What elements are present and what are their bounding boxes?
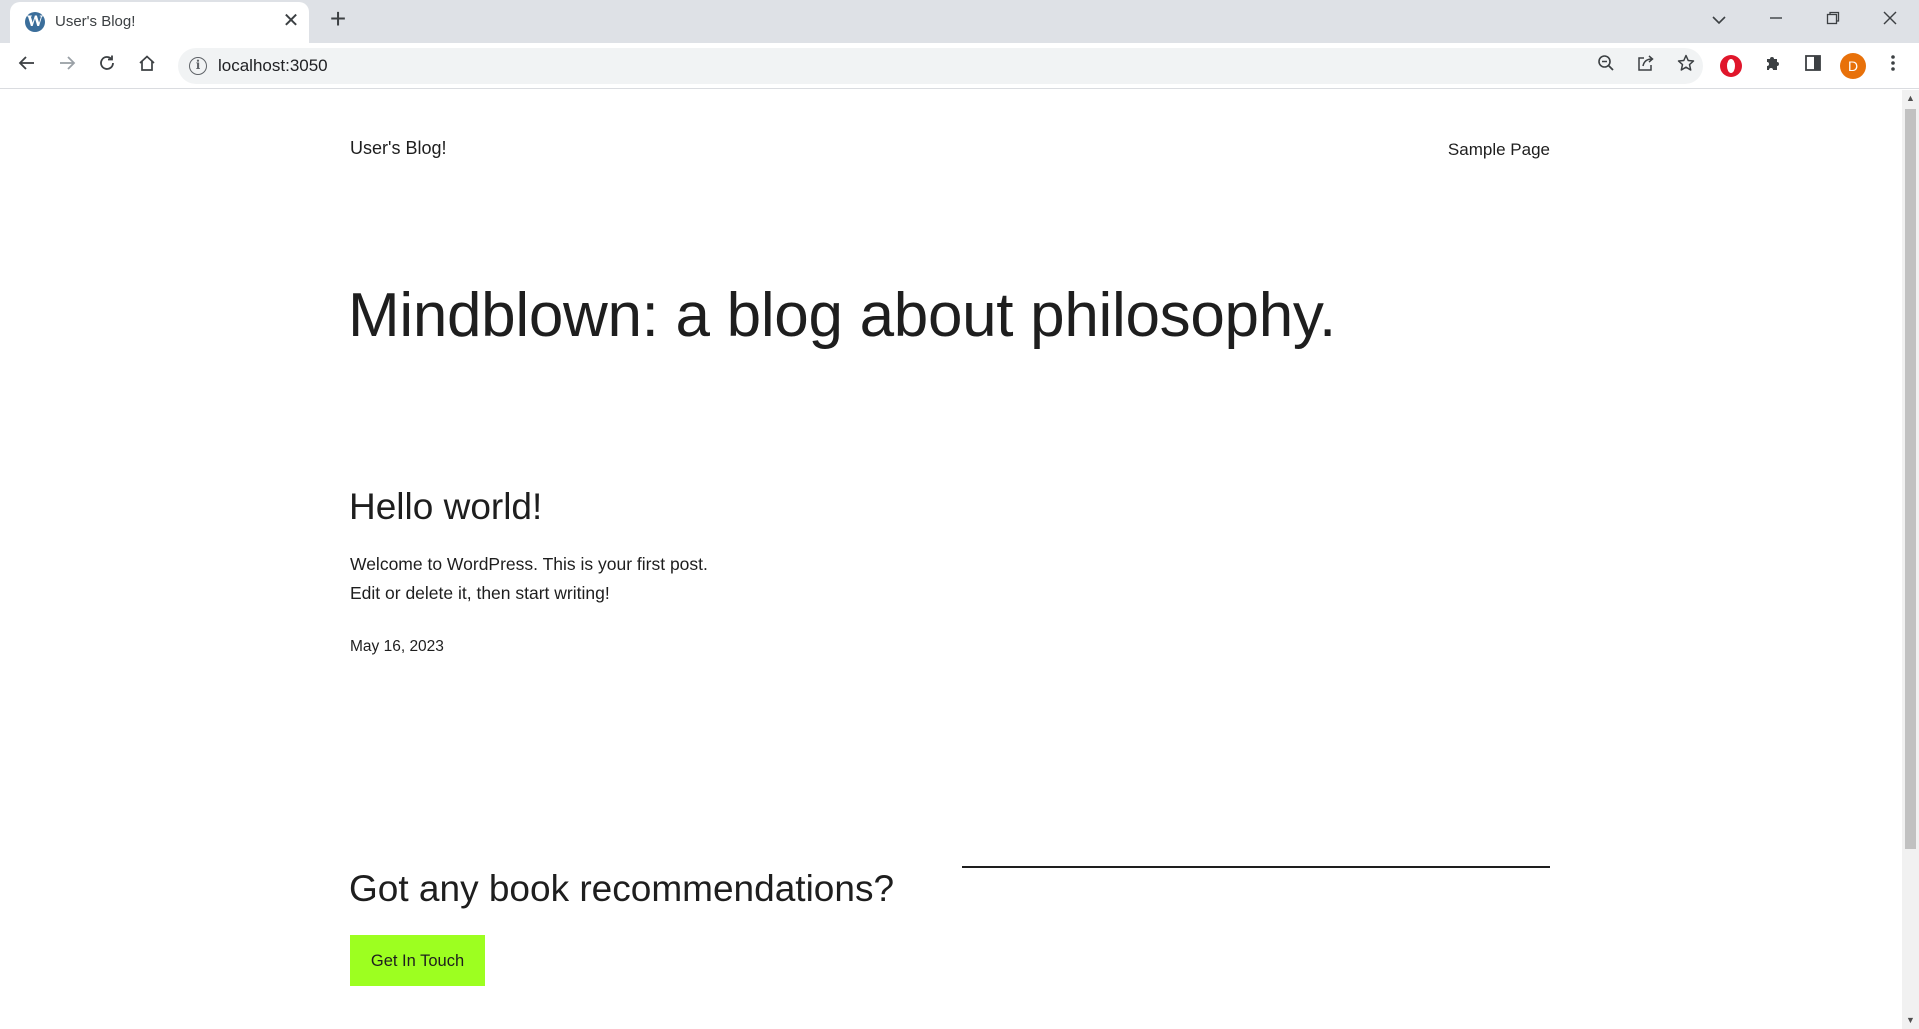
scroll-down-arrow-icon[interactable]: ▼ xyxy=(1902,1012,1919,1029)
address-bar[interactable]: i localhost:3050 xyxy=(178,48,1703,84)
wordpress-icon: W xyxy=(25,12,45,32)
browser-tabstrip: W User's Blog! ✕ + xyxy=(0,0,1919,43)
side-panel-icon[interactable] xyxy=(1798,51,1828,81)
page-viewport: User's Blog! Sample Page Mindblown: a bl… xyxy=(0,90,1902,1029)
address-url[interactable]: localhost:3050 xyxy=(218,56,328,76)
close-tab-icon[interactable]: ✕ xyxy=(280,10,302,32)
site-info-icon[interactable]: i xyxy=(189,57,207,75)
more-menu-icon[interactable] xyxy=(1878,51,1908,81)
scroll-up-arrow-icon[interactable]: ▲ xyxy=(1902,90,1919,107)
minimize-window-button[interactable] xyxy=(1758,4,1794,34)
home-icon[interactable] xyxy=(132,51,162,81)
tab-search-chevron-icon[interactable] xyxy=(1701,4,1737,34)
bookmark-star-icon[interactable] xyxy=(1671,51,1701,81)
profile-avatar[interactable]: D xyxy=(1840,53,1866,79)
post-excerpt-line: Edit or delete it, then start writing! xyxy=(350,583,610,603)
new-tab-button[interactable]: + xyxy=(324,5,352,34)
site-title-link[interactable]: User's Blog! xyxy=(350,138,446,159)
share-icon[interactable] xyxy=(1631,51,1661,81)
opera-extension-icon[interactable] xyxy=(1720,55,1742,77)
cta-separator xyxy=(962,866,1550,868)
post-excerpt: Welcome to WordPress. This is your first… xyxy=(350,550,770,608)
back-arrow-icon[interactable] xyxy=(12,51,42,81)
scrollbar-thumb[interactable] xyxy=(1905,109,1916,849)
restore-window-button[interactable] xyxy=(1815,4,1851,34)
post-date: May 16, 2023 xyxy=(350,638,444,655)
hero-heading: Mindblown: a blog about philosophy. xyxy=(348,281,1336,350)
cta-heading: Got any book recommendations? xyxy=(349,868,895,909)
zoom-out-icon[interactable] xyxy=(1591,51,1621,81)
post-title-link[interactable]: Hello world! xyxy=(349,486,542,528)
tab-title: User's Blog! xyxy=(55,13,136,30)
post-excerpt-line: Welcome to WordPress. This is your first… xyxy=(350,554,708,574)
page-scrollbar[interactable]: ▲ ▼ xyxy=(1902,90,1919,1029)
get-in-touch-button[interactable]: Get In Touch xyxy=(350,935,485,986)
close-window-button[interactable] xyxy=(1872,4,1908,34)
reload-icon[interactable] xyxy=(92,51,122,81)
forward-arrow-icon[interactable] xyxy=(52,51,82,81)
nav-sample-page-link[interactable]: Sample Page xyxy=(1448,140,1550,160)
browser-toolbar: i localhost:3050 D xyxy=(0,43,1919,89)
browser-tab[interactable]: W User's Blog! ✕ xyxy=(10,2,309,43)
extensions-puzzle-icon[interactable] xyxy=(1758,51,1788,81)
